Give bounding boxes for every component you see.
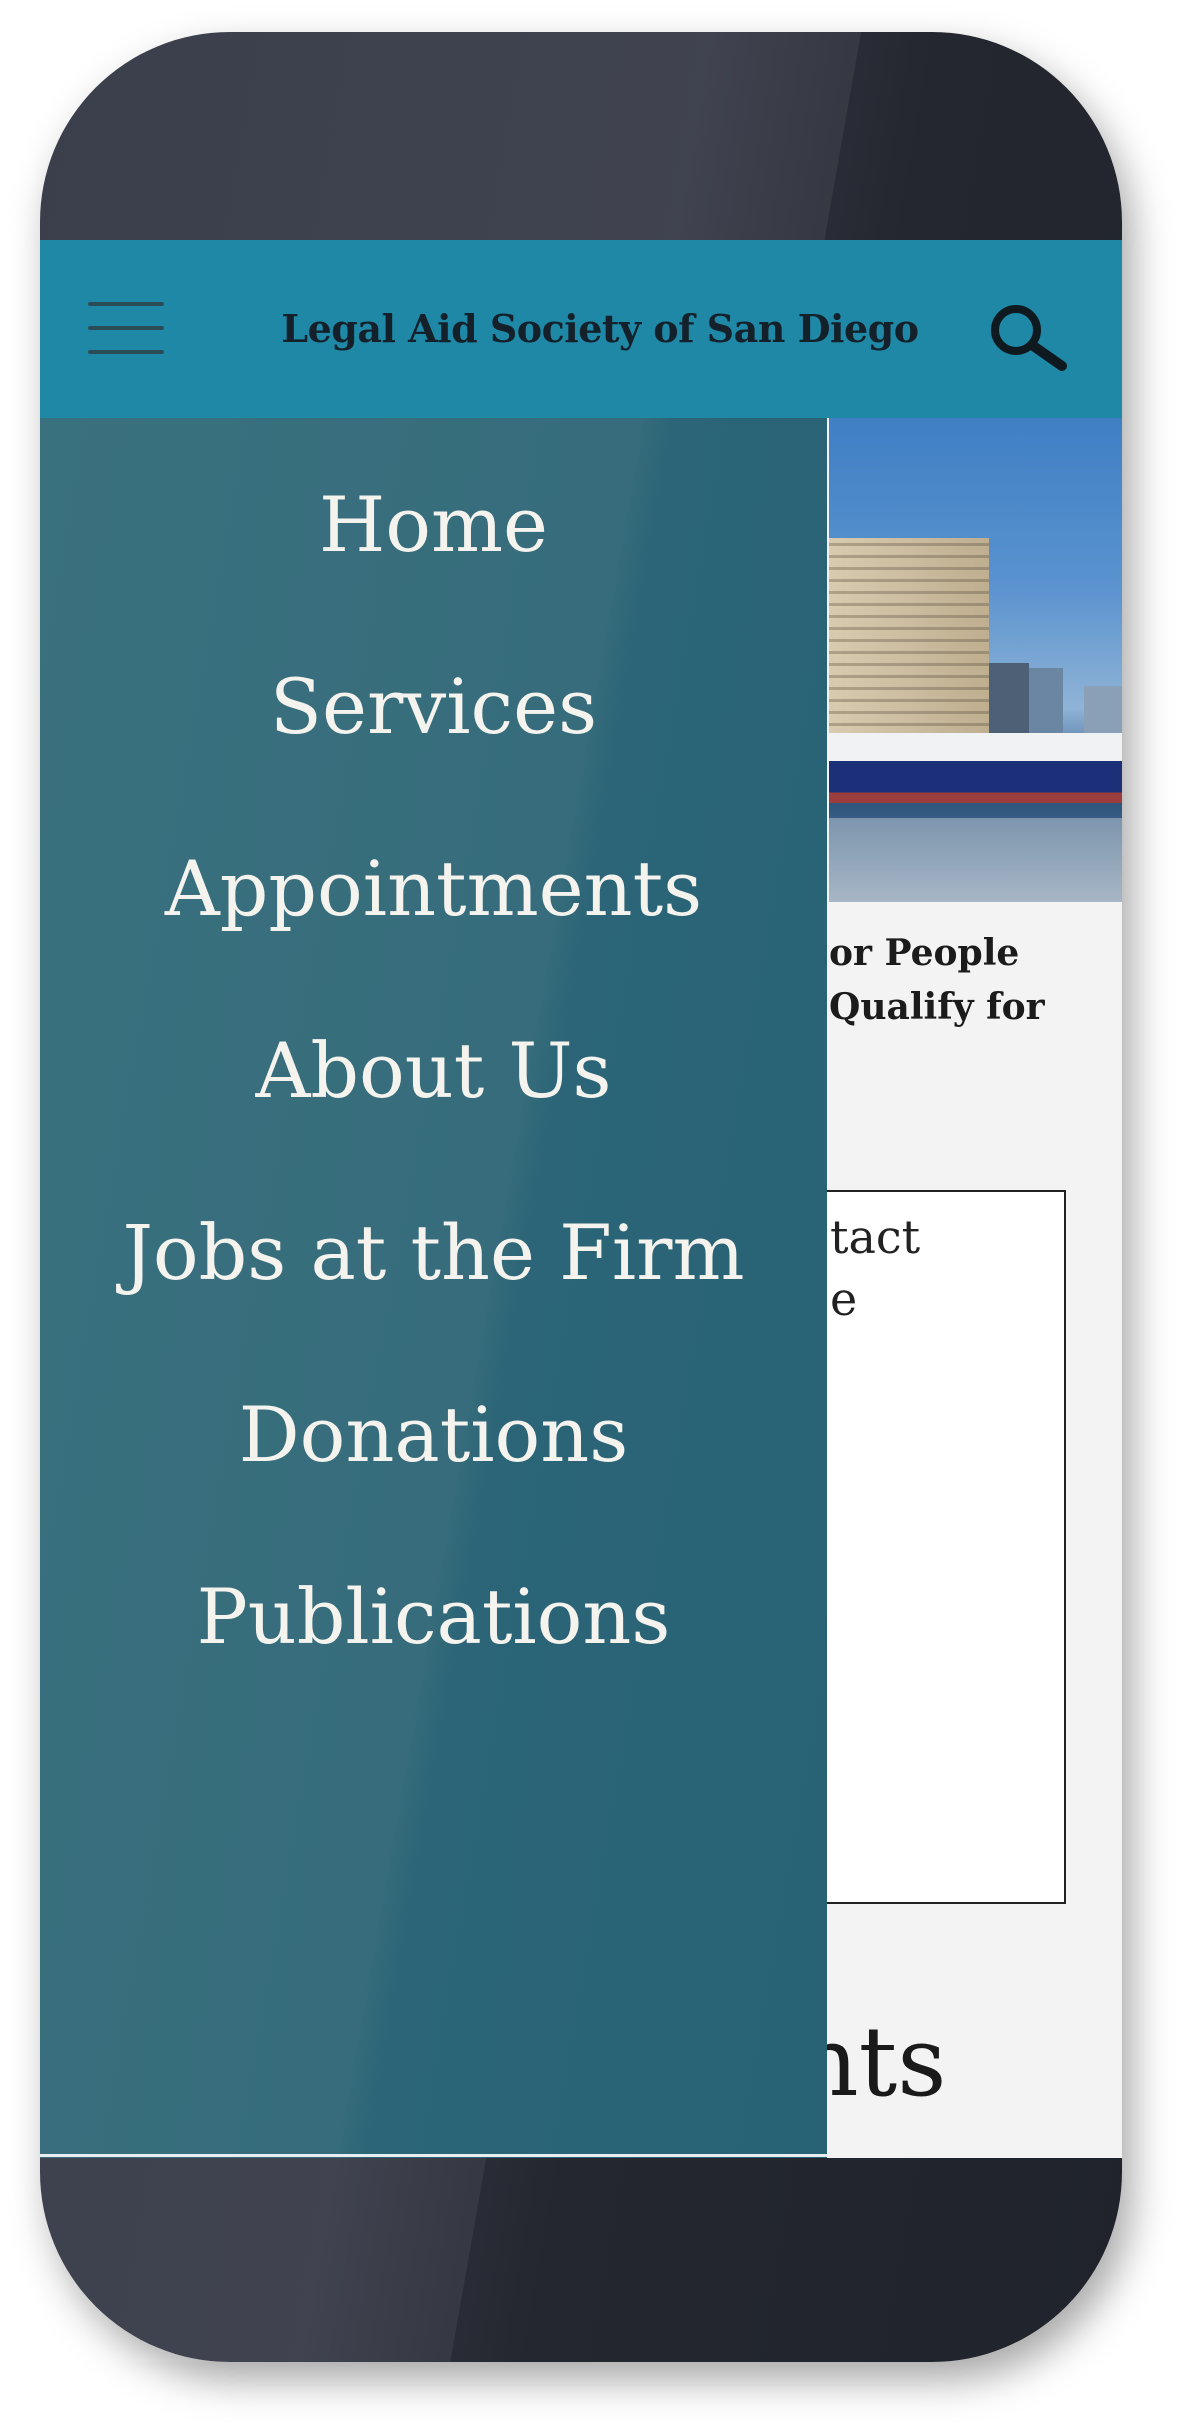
app-header: Legal Aid Society of San Diego bbox=[40, 240, 1122, 418]
menu-item-about-us[interactable]: About Us bbox=[40, 1026, 827, 1115]
intro-blurb-line-2: Qualify for bbox=[829, 986, 1045, 1028]
contact-box-fragment: e bbox=[830, 1272, 858, 1326]
hamburger-menu-icon[interactable] bbox=[88, 302, 164, 354]
menu-item-publications[interactable]: Publications bbox=[40, 1572, 827, 1661]
intro-blurb-line-1: or People bbox=[829, 932, 1020, 974]
intro-blurb: or People Qualify for bbox=[829, 926, 1122, 1034]
menu-item-appointments[interactable]: Appointments bbox=[40, 844, 827, 933]
search-icon[interactable] bbox=[984, 302, 1070, 372]
harbor-hero-image bbox=[829, 418, 1122, 902]
site-title: Legal Aid Society of San Diego bbox=[281, 306, 919, 351]
contact-box-text: tact bbox=[830, 1210, 921, 1264]
menu-item-jobs[interactable]: Jobs at the Firm bbox=[40, 1208, 827, 1297]
menu-item-services[interactable]: Services bbox=[40, 662, 827, 751]
phone-screen: or People Qualify for tact e ents Legal … bbox=[40, 240, 1122, 2158]
drawer-divider bbox=[40, 2154, 827, 2157]
nav-drawer: Home Services Appointments About Us Jobs… bbox=[40, 418, 827, 2158]
menu-item-home[interactable]: Home bbox=[40, 480, 827, 569]
menu-item-donations[interactable]: Donations bbox=[40, 1390, 827, 1479]
